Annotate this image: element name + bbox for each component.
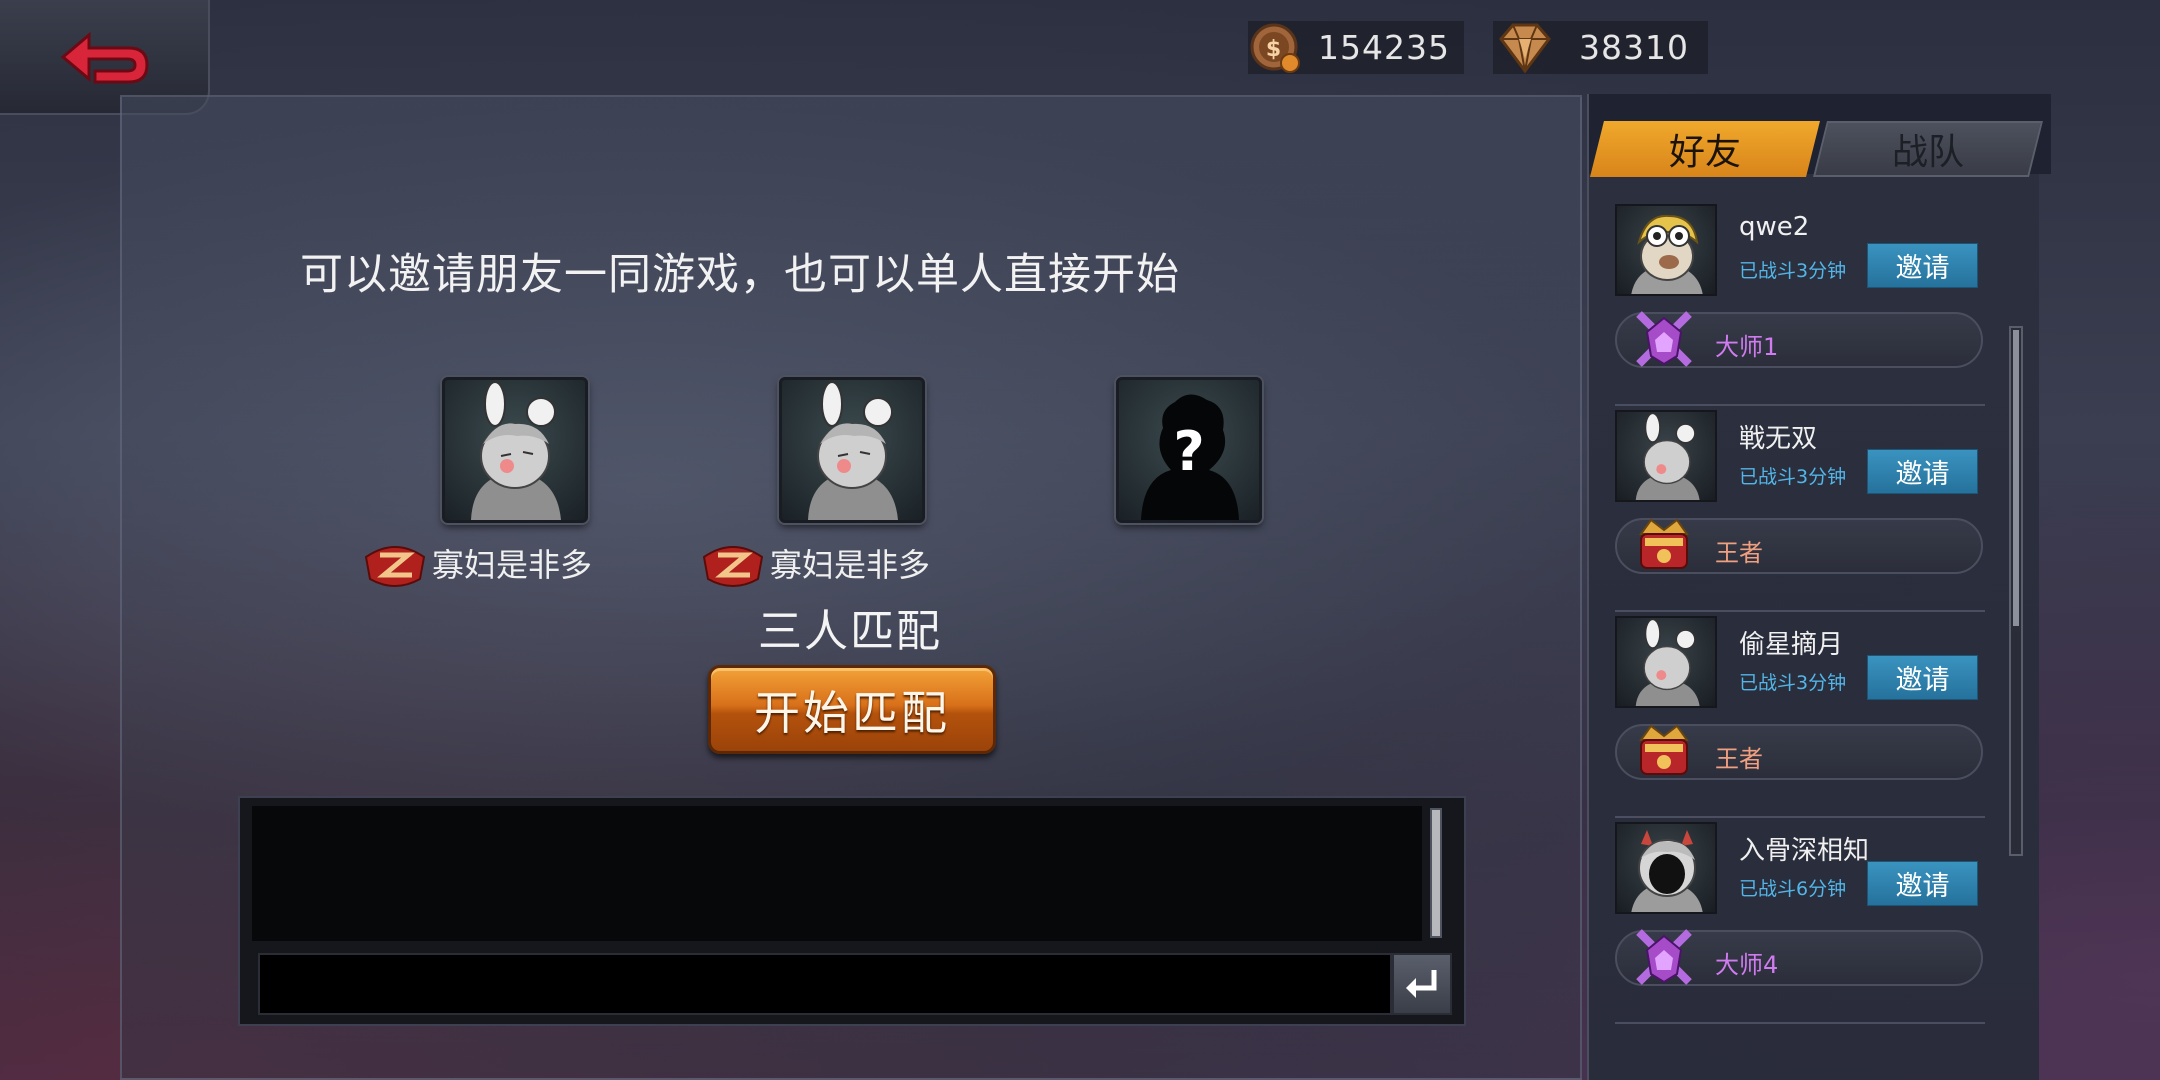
friend-status: 已战斗3分钟 [1739,260,1847,282]
coin-amount: 154235 [1318,28,1450,67]
back-arrow-icon [60,31,149,83]
svg-text:$: $ [1266,37,1282,62]
match-mode-label: 三人匹配 [758,606,942,657]
friend-name: 偷星摘月 [1739,630,1844,660]
party-slot-1[interactable] [442,377,588,523]
friend-rank: 王者 [1615,724,1983,780]
enter-icon [1406,970,1437,998]
divider [1615,404,1985,406]
friend-avatar[interactable] [1615,822,1717,914]
friend-avatar[interactable] [1615,616,1717,708]
friend-card: 入骨深相知 已战斗6分钟 邀请 大师4 [1615,822,2015,1024]
goggle-avatar-icon [1631,214,1703,294]
friend-avatar[interactable] [1615,410,1717,502]
party-slot-2[interactable] [779,377,925,523]
invite-button[interactable]: 邀请 [1867,449,1978,494]
friend-rank: 王者 [1615,518,1983,574]
chat-log [252,806,1422,941]
divider [1615,1022,1985,1024]
rabbit-avatar-icon [808,381,898,520]
friend-name: qwe2 [1739,212,1810,242]
gem-counter: 38310 [1493,21,1708,74]
masked-avatar-icon [1631,830,1703,912]
chat-send-button[interactable] [1392,953,1452,1015]
friend-card: qwe2 已战斗3分钟 邀请 大师1 [1615,204,2015,406]
svg-text:?: ? [1173,420,1204,483]
party-member-1: 寡妇是非多 [362,535,592,591]
gem-amount: 38310 [1579,28,1689,67]
friend-name: 入骨深相知 [1739,836,1870,866]
invite-button[interactable]: 邀请 [1867,861,1978,906]
tab-team[interactable]: 战队 [1813,121,2043,177]
king-rank-icon [1639,518,1689,569]
invite-prompt: 可以邀请朋友一同游戏，也可以单人直接开始 [300,250,1180,300]
unknown-player-icon: ? [1141,394,1239,520]
rank-label: 王者 [1715,539,1763,567]
coin-counter: $ 154235 [1248,21,1464,74]
rank-badge-icon [364,546,426,587]
friend-status: 已战斗6分钟 [1739,878,1847,900]
friend-rank: 大师1 [1615,311,1983,368]
friend-list-scrollbar[interactable] [2009,326,2023,856]
friend-name: 戦无双 [1739,424,1818,454]
master-rank-icon [1636,929,1692,985]
scrollbar-thumb[interactable] [2013,330,2019,626]
party-member-2: 寡妇是非多 [700,535,930,591]
chat-panel [238,796,1466,1026]
tab-friends-label: 好友 [1668,132,1741,173]
king-rank-icon [1639,724,1689,775]
party-slot-3-empty[interactable]: ? [1116,377,1262,523]
friend-status: 已战斗3分钟 [1739,466,1847,488]
divider [1615,816,1985,818]
social-panel: 好友 战队 qwe2 已战斗3分钟 邀请 大师1 戦无双 已战斗3分钟 邀请 王… [1587,94,2051,1080]
party-member-name: 寡妇是非多 [770,546,931,584]
start-match-button[interactable]: 开始匹配 [708,665,996,754]
invite-button[interactable]: 邀请 [1867,655,1978,700]
friend-card: 戦无双 已战斗3分钟 邀请 王者 [1615,410,2015,612]
rank-label: 王者 [1715,745,1763,773]
tab-team-label: 战队 [1891,132,1964,173]
rank-label: 大师4 [1715,951,1779,979]
rabbit-avatar-icon [471,381,561,520]
rabbit-avatar-icon [1635,412,1700,500]
friend-rank: 大师4 [1615,929,1983,986]
chat-scrollbar[interactable] [1430,808,1442,938]
master-rank-icon [1636,311,1692,367]
rabbit-avatar-icon [1635,618,1700,706]
rank-badge-icon [702,546,764,587]
divider [1615,610,1985,612]
diamond-icon [1499,23,1551,74]
invite-button[interactable]: 邀请 [1867,243,1978,288]
tab-friends[interactable]: 好友 [1590,121,1820,177]
friend-card: 偷星摘月 已战斗3分钟 邀请 王者 [1615,616,2015,818]
rank-label: 大师1 [1715,333,1779,361]
coin-icon: $ [1250,23,1300,73]
friend-avatar[interactable] [1615,204,1717,296]
chat-input[interactable] [258,953,1392,1015]
friend-status: 已战斗3分钟 [1739,672,1847,694]
party-member-name: 寡妇是非多 [432,546,593,584]
